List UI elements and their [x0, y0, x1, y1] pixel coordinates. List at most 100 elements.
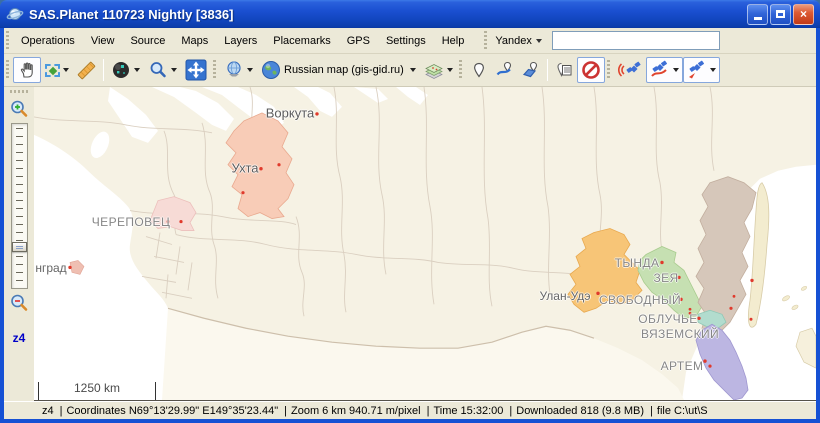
placemark-manager-button[interactable]: [551, 57, 577, 83]
go-to-button[interactable]: [220, 57, 257, 83]
app-window: SAS.Planet 110723 Nightly [3836] × Opera…: [0, 0, 820, 423]
close-button[interactable]: ×: [793, 4, 814, 25]
chevron-down-icon: [247, 68, 253, 72]
add-polygon-button[interactable]: [518, 57, 544, 83]
go-to-icon: [224, 60, 244, 80]
maximize-icon: [776, 10, 785, 18]
maximize-button[interactable]: [770, 4, 791, 25]
ruler-icon: [77, 61, 95, 79]
menu-settings[interactable]: Settings: [378, 31, 434, 51]
status-coordinates: Coordinates N69°13'29.99" E149°35'23.44": [66, 405, 278, 417]
chevron-down-icon: [447, 68, 453, 72]
gps-track-button[interactable]: [646, 57, 683, 83]
map-source-button[interactable]: Russian map (gis-gid.ru): [257, 57, 420, 83]
search-zone: Yandex: [482, 31, 720, 51]
gps-connect-button[interactable]: [614, 57, 646, 83]
layers-icon: [424, 60, 444, 80]
zoom-slider-ticks: [16, 128, 23, 284]
fill-map-button[interactable]: [107, 57, 144, 83]
chevron-down-icon: [710, 68, 716, 72]
search-toolbar-grip[interactable]: [484, 31, 487, 51]
menu-layers[interactable]: Layers: [216, 31, 265, 51]
chevron-down-icon: [536, 39, 542, 43]
status-separator: |: [60, 405, 63, 417]
search-engine-label: Yandex: [495, 35, 532, 47]
menu-help[interactable]: Help: [434, 31, 473, 51]
gps-follow-icon: [687, 60, 707, 80]
status-time: Time 15:32:00: [433, 405, 503, 417]
status-file: file C:\ut\S: [657, 405, 708, 417]
selection-zoom-button[interactable]: [41, 57, 73, 83]
search-input[interactable]: [552, 31, 720, 50]
status-zoom: z4: [42, 405, 54, 417]
status-separator: |: [427, 405, 430, 417]
chevron-down-icon: [673, 68, 679, 72]
statusbar: z4 | Coordinates N69°13'29.99" E149°35'2…: [4, 401, 816, 419]
hide-placemarks-button[interactable]: [577, 57, 605, 83]
toolbar-grip-4[interactable]: [607, 60, 610, 80]
add-path-icon: [496, 61, 514, 79]
layers-button[interactable]: [420, 57, 457, 83]
menu-placemarks[interactable]: Placemarks: [265, 31, 338, 51]
pan-hand-icon: [17, 60, 37, 80]
ruler-button[interactable]: [73, 57, 100, 83]
minimize-icon: [754, 17, 762, 20]
menu-view[interactable]: View: [83, 31, 123, 51]
zoom-in-button[interactable]: [9, 99, 29, 119]
sidebar-grip[interactable]: [10, 90, 28, 93]
scale-label: 1250 km: [74, 382, 120, 395]
menu-gps[interactable]: GPS: [339, 31, 378, 51]
map-source-globe-icon: [261, 60, 281, 80]
toolbar-grip-3[interactable]: [459, 60, 462, 80]
zoom-region-button[interactable]: [144, 57, 181, 83]
titlebar[interactable]: SAS.Planet 110723 Nightly [3836] ×: [0, 0, 820, 28]
menubar-grip[interactable]: [6, 31, 9, 51]
close-icon: ×: [800, 7, 807, 21]
minimize-button[interactable]: [747, 4, 768, 25]
chevron-down-icon: [63, 68, 69, 72]
fullscreen-button[interactable]: [181, 57, 211, 83]
gps-connect-icon: [618, 60, 642, 80]
toolbar-separator: [103, 59, 104, 81]
status-zoom-info: Zoom 6 km 940.71 m/pixel: [291, 405, 421, 417]
menubar: Operations View Source Maps Layers Place…: [4, 28, 816, 54]
scale-bar: 1250 km: [38, 382, 156, 400]
zoom-out-button[interactable]: [9, 293, 29, 313]
fill-map-icon: [111, 60, 131, 80]
toolbar-grip-1[interactable]: [6, 60, 9, 80]
zoom-level-label: z4: [13, 331, 26, 345]
zoom-sidebar: z4: [4, 87, 34, 401]
status-separator: |: [509, 405, 512, 417]
map-source-label: Russian map (gis-gid.ru): [284, 64, 404, 76]
add-placemark-icon: [470, 61, 488, 79]
gps-follow-button[interactable]: [683, 57, 720, 83]
status-separator: |: [650, 405, 653, 417]
selection-zoom-icon: [45, 64, 60, 77]
zoom-slider-thumb[interactable]: [12, 242, 27, 252]
menu-operations[interactable]: Operations: [13, 31, 83, 51]
placemark-manager-icon: [555, 61, 573, 79]
chevron-down-icon: [171, 68, 177, 72]
search-engine-dropdown[interactable]: Yandex: [491, 35, 546, 47]
menu-maps[interactable]: Maps: [173, 31, 216, 51]
status-downloaded: Downloaded 818 (9.8 MB): [516, 405, 644, 417]
gps-track-icon: [650, 60, 670, 80]
status-separator: |: [284, 405, 287, 417]
map-svg[interactable]: [34, 87, 816, 400]
add-path-button[interactable]: [492, 57, 518, 83]
toolbar-grip-2[interactable]: [213, 60, 216, 80]
window-title: SAS.Planet 110723 Nightly [3836]: [29, 7, 745, 22]
map-canvas[interactable]: ВоркутаУхтаЧЕРЕПОВЕЦнградУлан-УдэТЫНДАЗЕ…: [34, 87, 816, 401]
app-icon: [6, 5, 24, 23]
toolbar-separator: [547, 59, 548, 81]
toolbar: Russian map (gis-gid.ru): [4, 54, 816, 87]
window-border: [0, 419, 820, 423]
zoom-slider[interactable]: [11, 123, 28, 289]
pan-button[interactable]: [13, 57, 41, 83]
fullscreen-icon: [185, 59, 207, 81]
menu-source[interactable]: Source: [122, 31, 173, 51]
hide-placemarks-icon: [581, 60, 601, 80]
chevron-down-icon: [134, 68, 140, 72]
add-placemark-button[interactable]: [466, 57, 492, 83]
chevron-down-icon: [410, 68, 416, 72]
